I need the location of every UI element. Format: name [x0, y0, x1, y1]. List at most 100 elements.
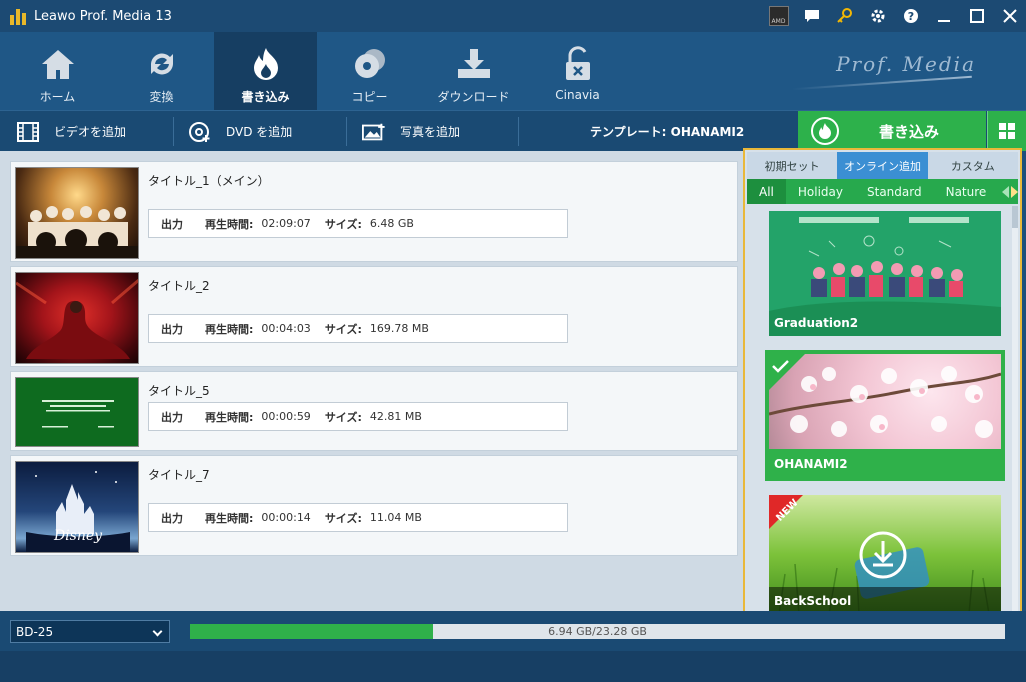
- template-name-label: BackSchool: [769, 587, 1001, 614]
- layout-grid-button[interactable]: [987, 111, 1026, 151]
- category-all[interactable]: All: [747, 179, 786, 204]
- maximize-icon[interactable]: [960, 0, 993, 32]
- scrollbar-thumb[interactable]: [1012, 206, 1018, 228]
- panel-scrollbar[interactable]: [1012, 206, 1018, 616]
- flame-icon: [811, 117, 839, 145]
- nav-convert-label: 変換: [149, 90, 174, 104]
- output-label: 出力: [161, 410, 183, 424]
- size-label: サイズ:: [324, 410, 362, 424]
- list-item[interactable]: タイトル_1（メイン） 出力 再生時間: 02:09:07 サイズ: 6.48 …: [10, 161, 738, 262]
- add-dvd-button[interactable]: DVD を追加: [188, 111, 292, 152]
- template-thumbnail: [769, 354, 1001, 449]
- brand-logo: Prof. Media: [836, 52, 976, 76]
- nav-download-label: ダウンロード: [437, 90, 510, 104]
- disc-usage-text: 6.94 GB/23.28 GB: [548, 625, 647, 638]
- convert-icon: [143, 46, 181, 82]
- key-icon[interactable]: [828, 0, 861, 32]
- video-thumbnail: [15, 167, 139, 259]
- duration-label: 再生時間:: [205, 511, 254, 525]
- video-thumbnail: Disney: [15, 461, 139, 553]
- divider: [173, 117, 174, 146]
- help-icon[interactable]: ?: [894, 0, 927, 32]
- burn-icon: [247, 46, 285, 82]
- nav-convert[interactable]: 変換: [110, 32, 213, 110]
- settings-gear-icon[interactable]: [861, 0, 894, 32]
- feedback-icon[interactable]: [795, 0, 828, 32]
- film-icon: [16, 121, 40, 143]
- item-info: 出力 再生時間: 02:09:07 サイズ: 6.48 GB: [148, 209, 568, 238]
- duration-value: 00:00:59: [261, 410, 311, 423]
- nav-burn[interactable]: 書き込み: [214, 32, 317, 110]
- size-value: 6.48 GB: [369, 217, 414, 230]
- brand-swoosh: [792, 75, 972, 91]
- item-title: タイトル_1（メイン）: [148, 174, 270, 188]
- item-info: 出力 再生時間: 00:00:59 サイズ: 42.81 MB: [148, 402, 568, 431]
- template-name-label: Graduation2: [774, 315, 859, 330]
- category-standard[interactable]: Standard: [855, 179, 934, 204]
- template-panel: 初期セット オンライン追加 カスタム All Holiday Standard …: [743, 148, 1022, 618]
- burn-button[interactable]: 書き込み: [798, 111, 986, 151]
- item-info: 出力 再生時間: 00:04:03 サイズ: 169.78 MB: [148, 314, 568, 343]
- output-label: 出力: [161, 217, 183, 231]
- app-title: Leawo Prof. Media 13: [34, 8, 172, 24]
- grid-icon: [999, 123, 1015, 139]
- template-card-selected[interactable]: OHANAMI2: [765, 350, 1005, 481]
- close-icon[interactable]: [993, 0, 1026, 32]
- disc-type-select[interactable]: BD-25: [10, 620, 170, 643]
- nav-cinavia[interactable]: Cinavia: [526, 32, 629, 110]
- add-video-button[interactable]: ビデオを追加: [16, 111, 126, 152]
- app-logo-icon: [10, 7, 28, 25]
- tab-online[interactable]: オンライン追加: [837, 152, 928, 179]
- add-video-label: ビデオを追加: [54, 125, 127, 139]
- minimize-icon[interactable]: [927, 0, 960, 32]
- tab-preset[interactable]: 初期セット: [747, 152, 838, 179]
- check-icon: [769, 354, 805, 390]
- divider: [518, 117, 519, 146]
- download-icon: [455, 46, 493, 82]
- template-categories: All Holiday Standard Nature: [747, 179, 1018, 204]
- disc-type-value: BD-25: [16, 624, 54, 639]
- template-card[interactable]: Graduation2: [769, 211, 1001, 336]
- duration-value: 00:04:03: [261, 322, 311, 335]
- template-card[interactable]: NEW BackSchool: [769, 495, 1001, 614]
- nav-copy[interactable]: コピー: [318, 32, 421, 110]
- size-value: 11.04 MB: [369, 511, 422, 524]
- duration-label: 再生時間:: [205, 217, 254, 231]
- template-name: テンプレート: OHANAMI2: [590, 125, 745, 139]
- svg-text:?: ?: [907, 10, 913, 23]
- output-label: 出力: [161, 322, 183, 336]
- title-bar: Leawo Prof. Media 13 AMD ?: [0, 0, 1026, 32]
- divider: [346, 117, 347, 146]
- category-holiday[interactable]: Holiday: [786, 179, 855, 204]
- list-item[interactable]: タイトル_2 出力 再生時間: 00:04:03 サイズ: 169.78 MB: [10, 266, 738, 367]
- video-thumbnail: [15, 377, 139, 447]
- nav-copy-label: コピー: [351, 90, 388, 104]
- nav-home[interactable]: ホーム: [6, 32, 109, 110]
- photo-add-icon: [362, 121, 386, 143]
- size-label: サイズ:: [324, 217, 362, 231]
- duration-value: 00:00:14: [261, 511, 311, 524]
- main-navigation: ホーム 変換 書き込み コピー ダウンロード Cinavia Prof. Med…: [0, 32, 1026, 110]
- template-name-label: OHANAMI2: [769, 450, 1001, 477]
- item-info: 出力 再生時間: 00:00:14 サイズ: 11.04 MB: [148, 503, 568, 532]
- copy-icon: [351, 46, 389, 82]
- category-nature[interactable]: Nature: [934, 179, 999, 204]
- list-item[interactable]: Disney タイトル_7 出力 再生時間: 00:00:14 サイズ: 11.…: [10, 455, 738, 556]
- tab-custom[interactable]: カスタム: [927, 152, 1018, 179]
- home-icon: [39, 46, 77, 82]
- video-thumbnail: [15, 272, 139, 364]
- amd-icon: AMD: [762, 0, 795, 32]
- scroll-right-icon[interactable]: [1011, 185, 1018, 198]
- scroll-left-icon[interactable]: [1002, 185, 1009, 198]
- svg-text:Disney: Disney: [53, 528, 103, 544]
- disc-usage-bar: 6.94 GB/23.28 GB: [190, 624, 1005, 639]
- duration-label: 再生時間:: [205, 322, 254, 336]
- item-title: タイトル_5: [148, 384, 210, 398]
- nav-cinavia-label: Cinavia: [555, 88, 600, 102]
- title-list: タイトル_1（メイン） 出力 再生時間: 02:09:07 サイズ: 6.48 …: [0, 151, 743, 611]
- list-item[interactable]: タイトル_5 出力 再生時間: 00:00:59 サイズ: 42.81 MB: [10, 371, 738, 451]
- add-photo-button[interactable]: 写真を追加: [362, 111, 460, 152]
- nav-download[interactable]: ダウンロード: [422, 32, 525, 110]
- duration-value: 02:09:07: [261, 217, 311, 230]
- item-title: タイトル_7: [148, 468, 210, 482]
